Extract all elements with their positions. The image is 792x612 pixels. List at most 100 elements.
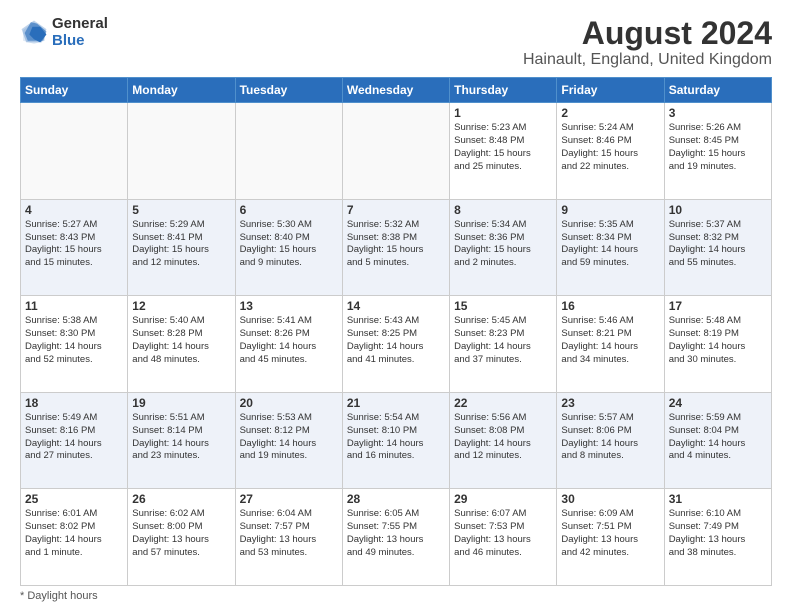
day-info: Sunrise: 5:41 AM Sunset: 8:26 PM Dayligh… <box>240 315 338 366</box>
day-number: 8 <box>454 203 552 217</box>
day-info: Sunrise: 5:57 AM Sunset: 8:06 PM Dayligh… <box>561 412 659 463</box>
logo-icon <box>20 19 48 47</box>
table-row: 14 Sunrise: 5:43 AM Sunset: 8:25 PM Dayli… <box>342 296 449 393</box>
day-number: 27 <box>240 492 338 506</box>
table-row <box>235 103 342 200</box>
calendar-header-row: Sunday Monday Tuesday Wednesday Thursday… <box>21 78 772 103</box>
day-info: Sunrise: 5:26 AM Sunset: 8:45 PM Dayligh… <box>669 122 767 173</box>
day-number: 21 <box>347 396 445 410</box>
day-number: 12 <box>132 299 230 313</box>
logo: General Blue <box>20 16 108 49</box>
day-info: Sunrise: 5:43 AM Sunset: 8:25 PM Dayligh… <box>347 315 445 366</box>
day-info: Sunrise: 5:59 AM Sunset: 8:04 PM Dayligh… <box>669 412 767 463</box>
day-info: Sunrise: 5:53 AM Sunset: 8:12 PM Dayligh… <box>240 412 338 463</box>
day-number: 19 <box>132 396 230 410</box>
col-monday: Monday <box>128 78 235 103</box>
day-number: 5 <box>132 203 230 217</box>
day-number: 4 <box>25 203 123 217</box>
table-row: 24 Sunrise: 5:59 AM Sunset: 8:04 PM Dayli… <box>664 392 771 489</box>
day-number: 6 <box>240 203 338 217</box>
day-number: 10 <box>669 203 767 217</box>
day-number: 22 <box>454 396 552 410</box>
day-number: 2 <box>561 106 659 120</box>
footer-text: Daylight hours <box>27 590 97 602</box>
day-number: 1 <box>454 106 552 120</box>
table-row <box>128 103 235 200</box>
table-row: 10 Sunrise: 5:37 AM Sunset: 8:32 PM Dayli… <box>664 199 771 296</box>
table-row: 19Sunrise: 5:51 AM Sunset: 8:14 PM Dayli… <box>128 392 235 489</box>
header: General Blue August 2024 Hainault, Engla… <box>20 16 772 69</box>
table-row: 16 Sunrise: 5:46 AM Sunset: 8:21 PM Dayli… <box>557 296 664 393</box>
day-info: Sunrise: 5:56 AM Sunset: 8:08 PM Dayligh… <box>454 412 552 463</box>
day-number: 31 <box>669 492 767 506</box>
table-row: 7Sunrise: 5:32 AM Sunset: 8:38 PM Daylig… <box>342 199 449 296</box>
col-wednesday: Wednesday <box>342 78 449 103</box>
calendar-week-row: 1Sunrise: 5:23 AM Sunset: 8:48 PM Daylig… <box>21 103 772 200</box>
table-row: 18 Sunrise: 5:49 AM Sunset: 8:16 PM Dayli… <box>21 392 128 489</box>
table-row: 15 Sunrise: 5:45 AM Sunset: 8:23 PM Dayli… <box>450 296 557 393</box>
day-number: 23 <box>561 396 659 410</box>
logo-blue-text: Blue <box>52 33 108 50</box>
day-info: Sunrise: 6:04 AM Sunset: 7:57 PM Dayligh… <box>240 508 338 559</box>
day-number: 3 <box>669 106 767 120</box>
table-row: 5Sunrise: 5:29 AM Sunset: 8:41 PM Daylig… <box>128 199 235 296</box>
day-info: Sunrise: 6:05 AM Sunset: 7:55 PM Dayligh… <box>347 508 445 559</box>
calendar-week-row: 25 Sunrise: 6:01 AM Sunset: 8:02 PM Dayli… <box>21 489 772 586</box>
table-row: 25 Sunrise: 6:01 AM Sunset: 8:02 PM Dayli… <box>21 489 128 586</box>
logo-text: General Blue <box>52 16 108 49</box>
day-number: 14 <box>347 299 445 313</box>
day-info: Sunrise: 5:27 AM Sunset: 8:43 PM Dayligh… <box>25 219 123 270</box>
day-info: Sunrise: 5:49 AM Sunset: 8:16 PM Dayligh… <box>25 412 123 463</box>
day-number: 30 <box>561 492 659 506</box>
col-thursday: Thursday <box>450 78 557 103</box>
table-row: 1Sunrise: 5:23 AM Sunset: 8:48 PM Daylig… <box>450 103 557 200</box>
col-sunday: Sunday <box>21 78 128 103</box>
calendar-subtitle: Hainault, England, United Kingdom <box>523 51 772 69</box>
table-row: 9Sunrise: 5:35 AM Sunset: 8:34 PM Daylig… <box>557 199 664 296</box>
table-row: 11 Sunrise: 5:38 AM Sunset: 8:30 PM Dayli… <box>21 296 128 393</box>
table-row: 20 Sunrise: 5:53 AM Sunset: 8:12 PM Dayli… <box>235 392 342 489</box>
day-number: 18 <box>25 396 123 410</box>
day-info: Sunrise: 5:40 AM Sunset: 8:28 PM Dayligh… <box>132 315 230 366</box>
col-tuesday: Tuesday <box>235 78 342 103</box>
day-number: 13 <box>240 299 338 313</box>
table-row <box>21 103 128 200</box>
logo-general-text: General <box>52 16 108 33</box>
calendar-week-row: 4 Sunrise: 5:27 AM Sunset: 8:43 PM Daylig… <box>21 199 772 296</box>
day-info: Sunrise: 5:37 AM Sunset: 8:32 PM Dayligh… <box>669 219 767 270</box>
day-info: Sunrise: 5:46 AM Sunset: 8:21 PM Dayligh… <box>561 315 659 366</box>
day-info: Sunrise: 6:02 AM Sunset: 8:00 PM Dayligh… <box>132 508 230 559</box>
footer-note: * Daylight hours <box>20 590 772 602</box>
day-number: 7 <box>347 203 445 217</box>
day-info: Sunrise: 5:54 AM Sunset: 8:10 PM Dayligh… <box>347 412 445 463</box>
table-row: 8Sunrise: 5:34 AM Sunset: 8:36 PM Daylig… <box>450 199 557 296</box>
table-row <box>342 103 449 200</box>
day-number: 26 <box>132 492 230 506</box>
table-row: 27 Sunrise: 6:04 AM Sunset: 7:57 PM Dayli… <box>235 489 342 586</box>
table-row: 29 Sunrise: 6:07 AM Sunset: 7:53 PM Dayli… <box>450 489 557 586</box>
day-number: 17 <box>669 299 767 313</box>
day-info: Sunrise: 6:09 AM Sunset: 7:51 PM Dayligh… <box>561 508 659 559</box>
day-number: 16 <box>561 299 659 313</box>
day-number: 29 <box>454 492 552 506</box>
day-number: 28 <box>347 492 445 506</box>
day-number: 11 <box>25 299 123 313</box>
day-info: Sunrise: 6:07 AM Sunset: 7:53 PM Dayligh… <box>454 508 552 559</box>
day-number: 24 <box>669 396 767 410</box>
day-info: Sunrise: 5:30 AM Sunset: 8:40 PM Dayligh… <box>240 219 338 270</box>
table-row: 17Sunrise: 5:48 AM Sunset: 8:19 PM Dayli… <box>664 296 771 393</box>
table-row: 23 Sunrise: 5:57 AM Sunset: 8:06 PM Dayli… <box>557 392 664 489</box>
day-number: 25 <box>25 492 123 506</box>
day-number: 15 <box>454 299 552 313</box>
table-row: 21 Sunrise: 5:54 AM Sunset: 8:10 PM Dayli… <box>342 392 449 489</box>
table-row: 22 Sunrise: 5:56 AM Sunset: 8:08 PM Dayli… <box>450 392 557 489</box>
table-row: 13 Sunrise: 5:41 AM Sunset: 8:26 PM Dayli… <box>235 296 342 393</box>
table-row: 28 Sunrise: 6:05 AM Sunset: 7:55 PM Dayli… <box>342 489 449 586</box>
table-row: 4 Sunrise: 5:27 AM Sunset: 8:43 PM Daylig… <box>21 199 128 296</box>
day-info: Sunrise: 5:45 AM Sunset: 8:23 PM Dayligh… <box>454 315 552 366</box>
table-row: 3 Sunrise: 5:26 AM Sunset: 8:45 PM Daylig… <box>664 103 771 200</box>
day-info: Sunrise: 5:38 AM Sunset: 8:30 PM Dayligh… <box>25 315 123 366</box>
page: General Blue August 2024 Hainault, Engla… <box>0 0 792 612</box>
day-number: 20 <box>240 396 338 410</box>
day-info: Sunrise: 6:01 AM Sunset: 8:02 PM Dayligh… <box>25 508 123 559</box>
